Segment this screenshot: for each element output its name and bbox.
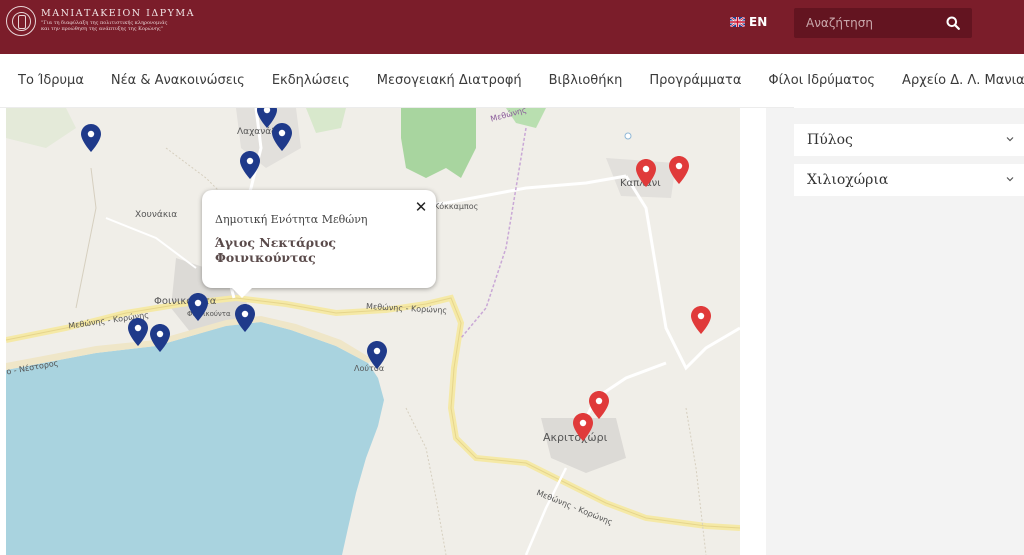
nav-item-library[interactable]: Βιβλιοθήκη [549,73,623,88]
site-logo[interactable]: ΜΑΝΙΑΤΑΚΕΙΟΝ ΙΔΡΥΜΑ "Για τη διαφύλαξη τη… [6,6,195,36]
water-point [624,132,632,140]
accordion-chiliochoria[interactable]: Χιλιοχώρια [794,164,1024,196]
popup-title[interactable]: Άγιος Νεκτάριος Φοινικούντας [215,235,395,265]
logo-seal-icon [6,6,36,36]
accordion-pylos[interactable]: Πύλος [794,124,1024,156]
search-input[interactable] [794,8,934,38]
map-marker-blue-icon[interactable] [150,324,170,352]
logo-tagline: "Για τη διαφύλαξη της πολιτιστικής κληρο… [41,20,168,32]
forest-area [401,108,476,178]
map-popup: Δημοτική Ενότητα Μεθώνη Άγιος Νεκτάριος … [202,190,436,298]
chevron-down-icon [1006,137,1014,142]
search-icon[interactable] [946,16,960,30]
map-marker-red-icon[interactable] [669,156,689,184]
nav-item-mediterranean-diet[interactable]: Μεσογειακή Διατροφή [377,73,522,88]
map-marker-red-icon[interactable] [691,306,711,334]
map[interactable]: Λαχανάδα Χουνάκια Φοινικούντα Φοινικούντ… [6,108,740,555]
region-sidebar: Πύλος Χιλιοχώρια [766,96,1024,555]
map-marker-blue-icon[interactable] [128,318,148,346]
nav-item-archive[interactable]: Αρχείο Δ. Λ. Μανιατάκη [902,73,1024,88]
accordion-label: Χιλιοχώρια [807,172,889,188]
accordion-label: Πύλος [807,132,853,148]
popup-subtitle: Δημοτική Ενότητα Μεθώνη [215,213,368,226]
nav-item-events[interactable]: Εκδηλώσεις [272,73,350,88]
accordion-partial[interactable] [794,96,1024,108]
map-marker-blue-icon[interactable] [188,293,208,321]
map-marker-red-icon[interactable] [573,413,593,441]
map-marker-blue-icon[interactable] [272,123,292,151]
nav-item-friends[interactable]: Φίλοι Ιδρύματος [768,73,875,88]
chevron-down-icon [1006,177,1014,182]
logo-name: ΜΑΝΙΑΤΑΚΕΙΟΝ ΙΔΡΥΜΑ [41,8,195,19]
map-marker-blue-icon[interactable] [81,124,101,152]
language-switch[interactable]: EN [730,15,767,29]
language-label: EN [749,15,768,29]
place-label: Κόκκαμπος [434,202,479,211]
nav-item-news[interactable]: Νέα & Ανακοινώσεις [111,73,245,88]
map-marker-blue-icon[interactable] [367,341,387,369]
top-bar: ΜΑΝΙΑΤΑΚΕΙΟΝ ΙΔΡΥΜΑ "Για τη διαφύλαξη τη… [0,0,1024,54]
close-icon[interactable]: ✕ [414,200,428,215]
nav-item-foundation[interactable]: Το Ίδρυμα [18,73,84,88]
map-marker-blue-icon[interactable] [240,151,260,179]
map-marker-blue-icon[interactable] [235,304,255,332]
nav-item-programs[interactable]: Προγράμματα [649,73,741,88]
map-background [6,108,740,555]
search-box [794,8,972,38]
place-label: Χουνάκια [135,210,178,220]
map-marker-red-icon[interactable] [636,159,656,187]
uk-flag-icon [730,17,745,27]
